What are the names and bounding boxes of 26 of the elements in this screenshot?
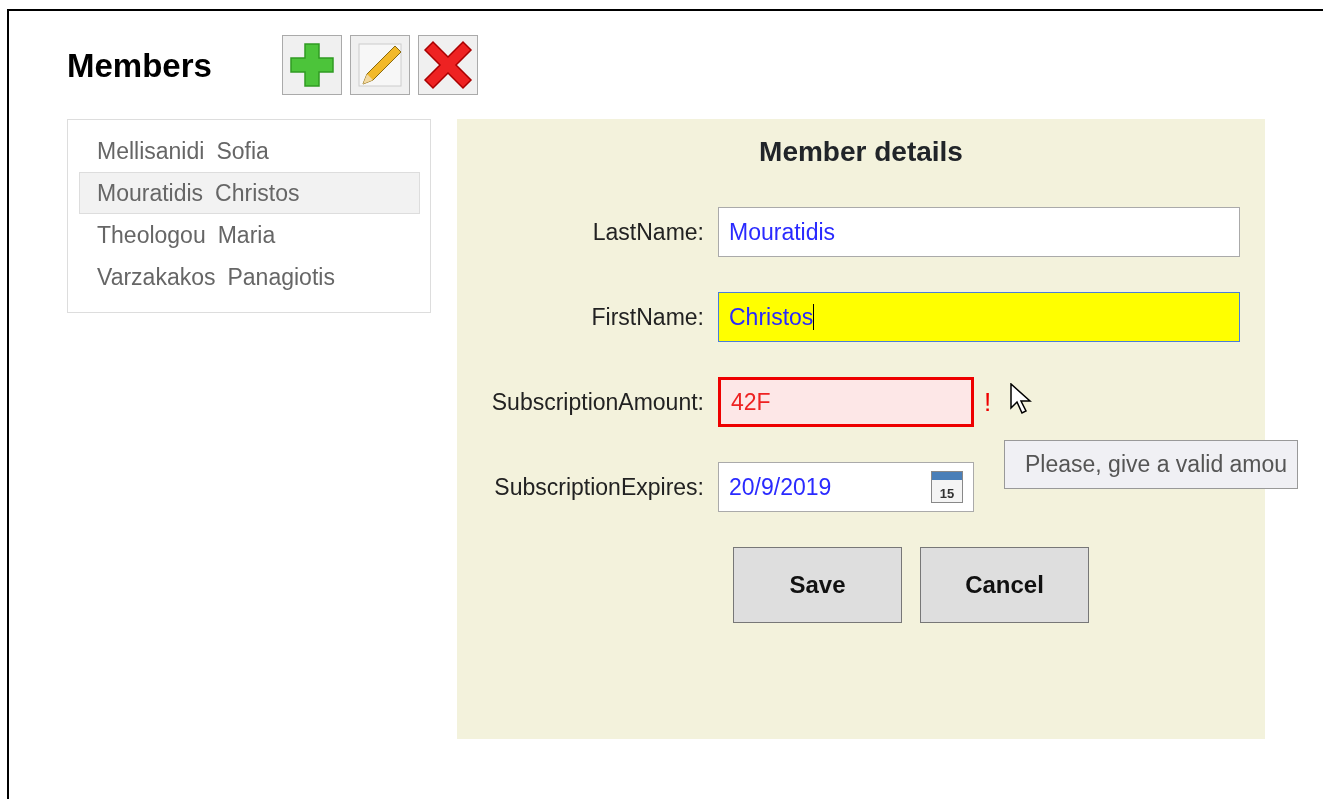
edit-button[interactable] xyxy=(350,35,410,95)
tooltip: Please, give a valid amou xyxy=(1004,440,1299,489)
add-button[interactable] xyxy=(282,35,342,95)
input-field[interactable]: Mouratidis xyxy=(718,207,1240,257)
cross-icon xyxy=(421,38,475,92)
field-label: SubscriptionAmount: xyxy=(490,387,705,417)
member-list-item[interactable]: Mellisanidi Sofia xyxy=(79,130,420,172)
member-list-item[interactable]: Theologou Maria xyxy=(79,214,420,256)
cancel-button[interactable]: Cancel xyxy=(920,547,1089,623)
member-list-item[interactable]: Mouratidis Christos xyxy=(79,172,420,214)
field-label: SubscriptionExpires: xyxy=(493,472,705,502)
pencil-icon xyxy=(355,40,405,90)
field-label: LastName: xyxy=(591,217,705,247)
member-list-item[interactable]: Varzakakos Panagiotis xyxy=(79,256,420,298)
error-mark: ! xyxy=(984,385,992,419)
panel-title: Member details xyxy=(758,135,964,169)
input-field[interactable]: Christos xyxy=(718,292,1240,342)
calendar-button[interactable]: 15 xyxy=(931,471,963,503)
plus-icon xyxy=(287,40,337,90)
delete-button[interactable] xyxy=(418,35,478,95)
cursor-icon xyxy=(1010,383,1032,415)
save-button[interactable]: Save xyxy=(733,547,902,623)
page-title: Members xyxy=(67,48,213,82)
input-field[interactable]: 42F xyxy=(718,377,974,427)
field-label: FirstName: xyxy=(590,302,705,332)
date-field[interactable]: 20/9/2019 15 xyxy=(718,462,974,512)
